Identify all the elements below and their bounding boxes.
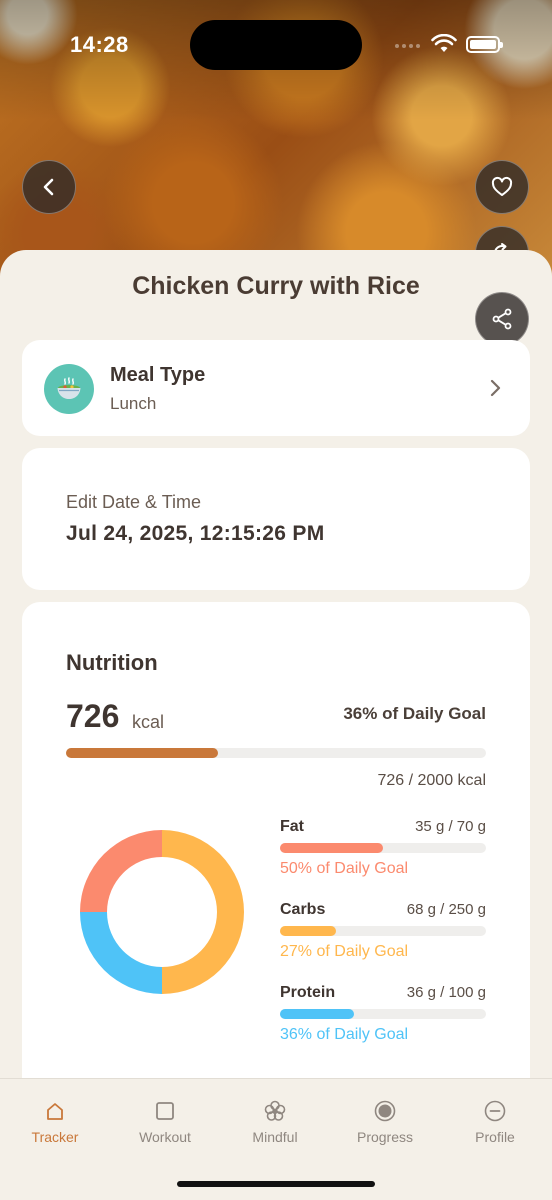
tab-label: Mindful [252,1129,298,1145]
macro-goal-text: 50% of Daily Goal [280,860,409,877]
calories-progress-bar [66,748,486,758]
wifi-icon [431,34,457,52]
calories-ratio: 726 / 2000 kcal [377,772,486,789]
meal-title: Chicken Curry with Rice [132,272,420,300]
macro-name: Carbs [280,901,326,918]
square-icon [156,1102,174,1120]
flower-icon [264,1100,286,1121]
tab-progress[interactable]: Progress [330,1099,440,1145]
macro-name: Fat [280,818,304,835]
macro-progress-fill [280,1009,355,1019]
favorite-button[interactable] [475,160,529,214]
macro-donut-chart [80,830,244,994]
macro-fat: Fat 35 g / 70 g 50% of Daily Goal [280,818,486,888]
tab-tracker[interactable]: Tracker [0,1099,110,1145]
donut-slice-carbs [162,830,244,994]
macro-amount: 68 g / 250 g [406,901,486,918]
back-button[interactable] [22,160,76,214]
macro-goal-text: 27% of Daily Goal [280,943,409,960]
macro-amount: 36 g / 100 g [406,984,486,1001]
macro-name: Protein [280,984,336,1001]
meal-type-label: Meal Type [110,364,206,386]
date-time-label: Edit Date & Time [66,492,202,512]
calories-progress-fill [66,748,219,758]
date-time-card[interactable]: Edit Date & Time Jul 24, 2025, 12:15:26 … [22,448,530,590]
tab-profile[interactable]: Profile [440,1099,550,1145]
macro-progress-bar [280,843,486,853]
macro-progress-bar [280,926,486,936]
status-bar: 14:28 [0,0,552,90]
macro-amount: 35 g / 70 g [415,818,486,835]
battery-icon [466,36,503,53]
nutrition-card: Nutrition 726 kcal 36% of Daily Goal 726… [22,602,530,1122]
macro-carbs: Carbs 68 g / 250 g 27% of Daily Goal [280,901,486,971]
heart-icon [491,176,513,196]
tab-workout[interactable]: Workout [110,1099,220,1145]
calories-unit: kcal [132,712,165,732]
chevron-left-icon [43,178,54,196]
tab-label: Profile [475,1129,515,1145]
minus-circle-icon [484,1100,506,1122]
macro-progress-fill [280,926,336,936]
share-icon [492,308,512,330]
home-indicator [177,1181,375,1187]
calories-value: 726 [66,698,120,734]
tab-label: Progress [356,1129,414,1145]
target-icon [374,1100,396,1122]
house-icon [47,1103,63,1120]
status-time: 14:28 [70,32,129,57]
tab-mindful[interactable]: Mindful [220,1099,330,1145]
macro-goal-text: 36% of Daily Goal [280,1026,409,1043]
calories-goal-percent: 36% of Daily Goal [343,704,486,723]
chevron-right-icon [490,379,501,397]
meal-type-card[interactable]: Meal Type Lunch [22,340,530,436]
dynamic-island [190,20,362,70]
signal-icon [395,44,420,48]
meal-type-value: Lunch [110,394,157,413]
tab-label: Tracker [31,1129,79,1145]
donut-slice-protein [80,912,162,994]
bowl-icon [57,377,81,399]
nutrition-title: Nutrition [66,650,158,675]
meal-avatar [44,364,94,414]
tab-label: Workout [139,1129,191,1145]
macro-protein: Protein 36 g / 100 g 36% of Daily Goal [280,984,486,1054]
donut-slice-fat [80,830,162,912]
macro-progress-fill [280,843,383,853]
macro-progress-bar [280,1009,486,1019]
date-time-value[interactable]: Jul 24, 2025, 12:15:26 PM [66,522,325,546]
